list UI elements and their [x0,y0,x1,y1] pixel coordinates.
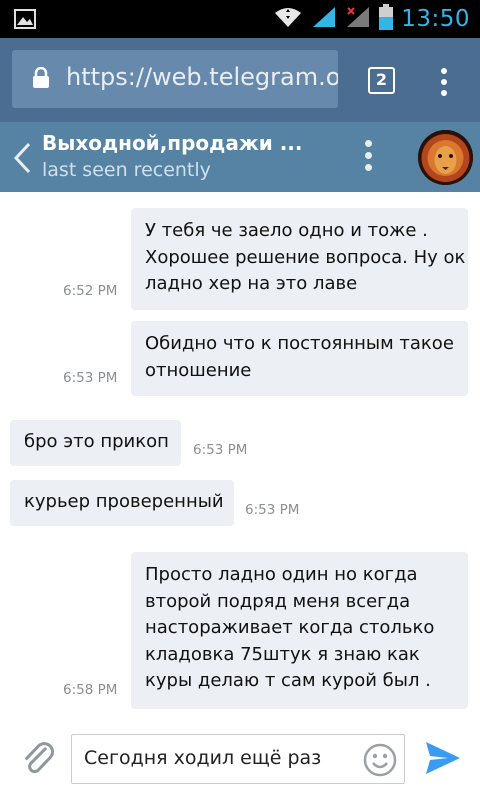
message-text-line: ладно хер на это лаве [145,273,358,294]
message-input-text: Сегодня ходил ещё раз [84,747,322,769]
message-timestamp: 6:58 PM [63,682,118,698]
outgoing-message-bubble[interactable]: Обидно что к постоянным такое отношение [131,321,468,396]
paperclip-icon[interactable] [22,736,54,782]
url-bar[interactable]: https://web.telegram.org [12,50,338,108]
message-text-line: кладовка 75штук я знаю как [145,643,420,665]
status-bar: 13:50 [0,0,480,38]
message-text-line: Просто ладно один но когда [145,564,418,585]
message-text-line: отношение [145,359,252,381]
wifi-icon [273,5,303,33]
message-text-line: второй подряд меня всегда [145,590,411,612]
avatar[interactable] [418,130,473,185]
message-timestamp: 6:53 PM [63,370,118,386]
message-text-line: У тебя че заело одно и тоже . [145,220,428,241]
message-text-line: бро это прикоп [24,431,169,452]
message-input[interactable]: Сегодня ходил ещё раз [71,734,405,784]
smiley-icon[interactable] [362,742,398,782]
incoming-message-bubble[interactable]: курьер проверенный [10,480,234,526]
chat-title[interactable]: Выходной,продажи ... [42,131,303,155]
no-signal-icon [345,5,371,33]
battery-icon [379,4,394,34]
message-composer: Сегодня ходил ещё раз [0,720,480,800]
image-notification-icon [14,9,36,33]
incoming-message-bubble[interactable]: бро это прикоп [10,420,181,466]
signal-icon [311,5,337,33]
outgoing-message-bubble[interactable]: Просто ладно один но когда второй подряд … [131,552,468,709]
tab-switcher-button[interactable]: 2 [368,67,395,94]
url-text: https://web.telegram.org [66,63,338,91]
message-text-line: настораживает когда столько [145,617,435,638]
message-text-line: Хорошее решение вопроса. Ну ок [145,246,466,268]
overflow-menu-icon[interactable] [441,68,449,101]
chat-status: last seen recently [42,159,211,181]
chat-header: Выходной,продажи ... last seen recently [0,122,480,192]
message-text-line: курьер проверенный [24,491,224,512]
back-arrow-icon[interactable] [12,142,32,178]
lock-icon [32,66,50,93]
message-text-line: Обидно что к постоянным такое [145,333,454,354]
message-text-line: куры делаю т сам курой был . [145,670,431,691]
message-list[interactable]: У тебя че заело одно и тоже . Хорошее реш… [0,192,480,720]
message-timestamp: 6:52 PM [63,283,118,299]
more-vert-icon[interactable] [365,140,373,176]
message-timestamp: 6:53 PM [245,502,300,518]
send-icon[interactable] [424,740,462,780]
status-time: 13:50 [401,6,470,32]
message-timestamp: 6:53 PM [193,442,248,458]
browser-toolbar: https://web.telegram.org 2 [0,38,480,122]
outgoing-message-bubble[interactable]: У тебя че заело одно и тоже . Хорошее реш… [131,208,468,310]
